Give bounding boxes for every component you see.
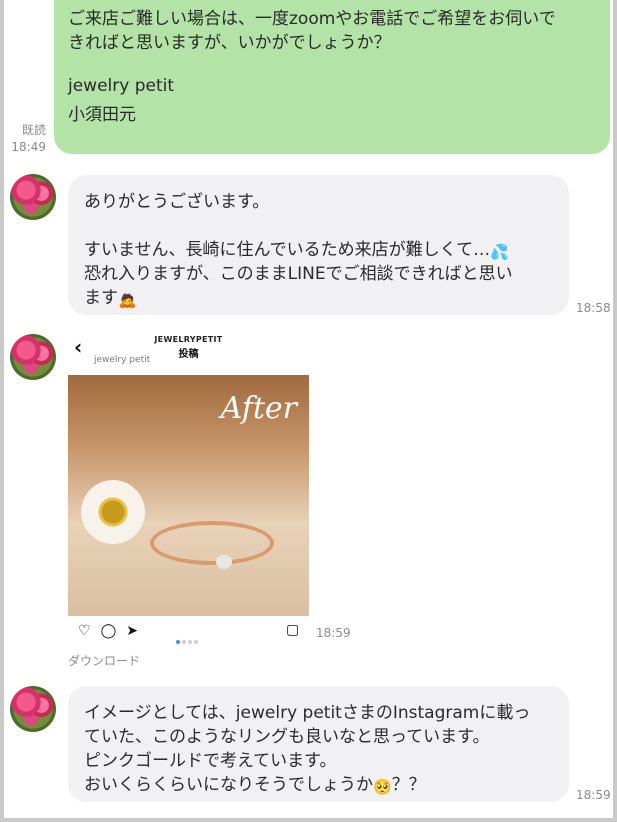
ring-photo: After [68,375,309,616]
post-brand: JEWELRYPETIT [154,335,223,344]
message-time: 18:59 [576,788,611,802]
avatar[interactable] [10,686,56,732]
ring-stone-graphic [216,555,232,569]
bookmark-icon: ▢ [286,622,300,638]
message-text: ありがとうございます。 [84,192,270,212]
message-signature-brand: jewelry petit [68,76,175,96]
download-link[interactable]: ダウンロード [68,652,140,669]
after-overlay-text: After [220,391,297,426]
avatar[interactable] [10,334,56,380]
message-text: おいくらくらいになりそうでしょうか [84,775,373,795]
message-text-with-emoji: ます🙇 [84,283,137,309]
daisy-flower-graphic [74,479,152,545]
carousel-dots [176,629,200,648]
ring-graphic [150,521,274,565]
chat-screen: ご来店ご難しい場合は、一度zoomやお電話でご希望をお伺いで きればと思いますが… [4,0,613,818]
message-time: 18:59 [316,626,351,640]
heart-icon: ♡ [78,623,91,639]
post-handle: jewelry petit [94,355,151,365]
message-time: 18:58 [576,301,611,315]
message-time: 18:49 [11,140,46,154]
outgoing-message-bubble[interactable]: ご来店ご難しい場合は、一度zoomやお電話でご希望をお伺いで きればと思いますが… [54,0,610,154]
message-text: きればと思いますが、いかがでしょうか？ [68,33,391,53]
message-text: 恐れ入りますが、このままLINEでご相談できればと思い [84,264,513,284]
message-text: ます [84,288,118,308]
image-message-instagram-screenshot[interactable]: ‹ JEWELRYPETIT 投稿 jewelry petit After ♡ ◯… [68,329,309,644]
message-text: ？？ [391,775,426,795]
read-label: 既読 [21,123,46,137]
message-text-with-emoji: すいません、長崎に住んでいるため来店が難しくて…💦 [84,235,509,261]
message-text: すいません、長崎に住んでいるため来店が難しくて… [84,240,491,260]
bowing-person-emoji-icon: 🙇 [118,291,137,309]
comment-icon: ◯ [100,623,117,639]
post-actions: ♡ ◯ ➤ [78,623,148,639]
message-text-with-emoji: おいくらくらいになりそうでしょうか🥺？？ [84,770,426,796]
share-icon: ➤ [126,623,138,639]
read-receipt: 既読 18:49 [10,122,46,156]
message-text: ていた、このようなリングも良いなと思っています。 [84,727,490,747]
message-text: ご来店ご難しい場合は、一度zoomやお電話でご希望をお伺いで [68,9,556,29]
message-text: ピンクゴールドで考えています。 [84,751,337,771]
incoming-message-bubble[interactable]: イメージとしては、jewelry petitさまのInstagramに載っ てい… [68,686,569,802]
incoming-message-bubble[interactable]: ありがとうございます。 すいません、長崎に住んでいるため来店が難しくて…💦 恐れ… [68,175,569,315]
pleading-face-emoji-icon: 🥺 [373,778,392,796]
avatar[interactable] [10,174,56,220]
message-signature-name: 小須田元 [68,105,136,125]
message-text: イメージとしては、jewelry petitさまのInstagramに載っ [84,703,531,723]
